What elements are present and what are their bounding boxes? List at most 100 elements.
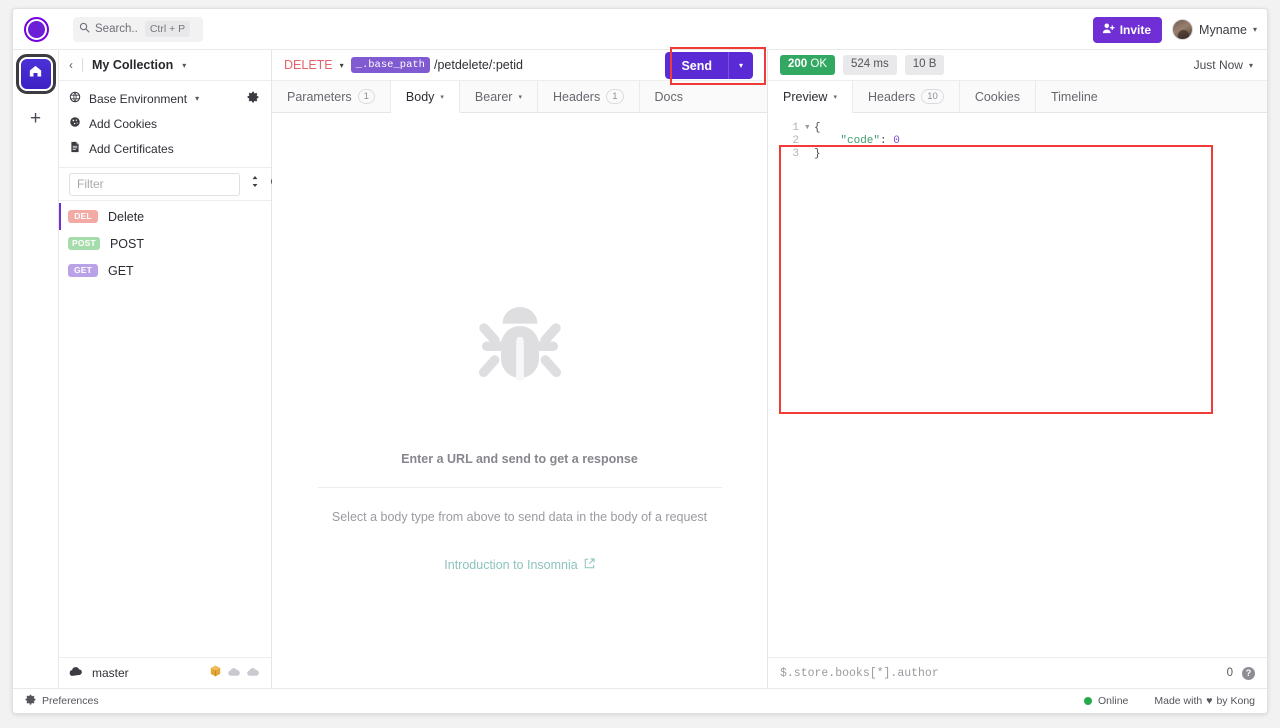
person-add-icon <box>1102 22 1115 38</box>
filter-input[interactable] <box>69 172 240 196</box>
tab-bearer[interactable]: Bearer ▾ <box>459 81 538 112</box>
tab-preview[interactable]: Preview ▾ <box>768 81 853 113</box>
search-input[interactable]: Search.. Ctrl + P <box>73 16 203 42</box>
credit-prefix: Made with <box>1154 695 1203 707</box>
tab-response-headers[interactable]: Headers 10 <box>852 81 960 112</box>
help-icon[interactable]: ? <box>1242 666 1255 680</box>
app-logo-cell <box>13 9 59 50</box>
gear-icon <box>25 694 36 708</box>
cloud-download-icon[interactable] <box>228 664 240 682</box>
home-icon <box>28 64 43 84</box>
list-item[interactable]: GET GET <box>59 257 271 284</box>
fold-toggle-icon[interactable]: ▾ <box>804 122 814 135</box>
invite-button[interactable]: Invite <box>1092 16 1163 43</box>
chevron-down-icon[interactable]: ▾ <box>182 61 186 70</box>
tab-count: 1 <box>357 88 375 105</box>
chevron-left-icon[interactable]: ‹ <box>69 58 73 72</box>
tab-timeline[interactable]: Timeline <box>1035 81 1113 112</box>
topbar: Search.. Ctrl + P Invite Myname ▾ <box>13 9 1267 50</box>
method-badge: DEL <box>68 209 98 224</box>
add-workspace-button[interactable]: + <box>23 105 49 131</box>
line-number: 3 <box>792 148 799 160</box>
request-list: DEL Delete POST POST GET GET <box>59 201 271 657</box>
status-text: OK <box>810 58 828 71</box>
tab-docs[interactable]: Docs <box>639 81 698 112</box>
credit-suffix: by Kong <box>1216 695 1255 707</box>
topbar-right-group: Invite Myname ▾ <box>1092 9 1257 50</box>
response-preview-highlight <box>779 145 1213 414</box>
list-item[interactable]: POST POST <box>59 230 271 257</box>
url-template-variable[interactable]: _.base_path <box>350 57 430 73</box>
vcs-branch-name: master <box>92 666 129 680</box>
list-item[interactable]: DEL Delete <box>59 203 271 230</box>
tab-count: 1 <box>606 88 624 105</box>
chevron-down-icon: ▾ <box>1252 25 1257 34</box>
introduction-link[interactable]: Introduction to Insomnia <box>444 558 595 572</box>
vcs-branch-bar[interactable]: master <box>59 657 271 688</box>
invite-button-label: Invite <box>1119 22 1152 37</box>
response-time-badge: 524 ms <box>843 55 897 75</box>
send-options-dropdown[interactable]: ▾ <box>728 52 753 79</box>
sidebar: ‹ My Collection ▾ Base Environment ▾ Add… <box>59 50 282 688</box>
home-button[interactable] <box>15 54 56 94</box>
divider <box>317 487 722 488</box>
send-button[interactable]: Send <box>665 52 728 79</box>
statusbar: Preferences Online Made with ♥ by Kong <box>13 688 1267 713</box>
response-tabs: Preview ▾ Headers 10 Cookies Timeline <box>768 81 1267 113</box>
method-badge: POST <box>68 236 100 251</box>
response-history-label: Just Now <box>1193 58 1243 72</box>
preferences-button[interactable]: Preferences <box>25 694 99 708</box>
code-line: 2 "code" : 0 <box>768 135 1267 148</box>
introduction-link-label: Introduction to Insomnia <box>444 558 578 572</box>
cloud-icon <box>69 664 83 682</box>
response-size-badge: 10 B <box>904 55 945 75</box>
sidebar-item-base-environment[interactable]: Base Environment ▾ <box>59 86 271 111</box>
chevron-down-icon: ▾ <box>1248 60 1253 70</box>
chevron-down-icon: ▾ <box>440 93 444 101</box>
tab-label: Preview <box>783 89 828 104</box>
credit-text: Made with ♥ by Kong <box>1154 695 1255 707</box>
filter-result-count: 0 <box>1226 667 1233 679</box>
tab-label: Headers <box>867 89 916 104</box>
sidebar-item-label: Add Certificates <box>89 141 174 156</box>
code-token: : <box>880 135 887 147</box>
divider <box>82 58 83 72</box>
tab-label: Headers <box>552 89 601 104</box>
tab-headers[interactable]: Headers 1 <box>537 81 640 112</box>
response-body-viewer[interactable]: 1 ▾ { 2 "code" : 0 3 } <box>768 113 1267 657</box>
url-bar: DELETE ▾ _.base_path /petdelete/:petid S… <box>272 47 767 85</box>
chevron-down-icon: ▾ <box>833 93 837 101</box>
chevron-down-icon[interactable]: ▾ <box>340 61 344 70</box>
response-filter-bar: 0 ? <box>768 657 1267 688</box>
sidebar-item-add-certificates[interactable]: Add Certificates <box>59 136 271 161</box>
external-link-icon <box>584 558 595 572</box>
tab-body[interactable]: Body ▾ <box>390 81 460 113</box>
request-pane: DELETE ▾ _.base_path /petdelete/:petid S… <box>272 47 768 688</box>
sidebar-item-label: Base Environment <box>89 91 188 106</box>
cloud-upload-icon[interactable] <box>247 664 259 682</box>
http-method-dropdown[interactable]: DELETE <box>284 58 333 72</box>
account-menu[interactable]: Myname ▾ <box>1172 19 1257 40</box>
sort-icon[interactable] <box>249 175 261 193</box>
tab-cookies[interactable]: Cookies <box>959 81 1036 112</box>
package-icon[interactable] <box>210 664 221 682</box>
tab-label: Timeline <box>1050 89 1098 104</box>
jsonpath-filter-input[interactable] <box>780 666 1227 680</box>
collection-name[interactable]: My Collection <box>92 58 173 72</box>
response-history-dropdown[interactable]: Just Now ▾ <box>1194 58 1253 72</box>
filter-right-group: 0 ? <box>1226 666 1255 680</box>
sidebar-item-label: Add Cookies <box>89 116 158 131</box>
chevron-down-icon: ▾ <box>518 93 522 101</box>
url-input[interactable]: /petdelete/:petid <box>434 58 523 72</box>
gear-icon[interactable] <box>247 90 259 108</box>
line-number: 1 <box>792 122 799 134</box>
request-filter-row <box>59 168 282 201</box>
tab-parameters[interactable]: Parameters 1 <box>272 81 391 112</box>
insomnia-window: Search.. Ctrl + P Invite Myname ▾ + ‹ My… <box>12 8 1268 714</box>
tab-label: Bearer <box>474 89 513 104</box>
account-name: Myname <box>1199 22 1247 37</box>
sidebar-item-add-cookies[interactable]: Add Cookies <box>59 111 271 136</box>
